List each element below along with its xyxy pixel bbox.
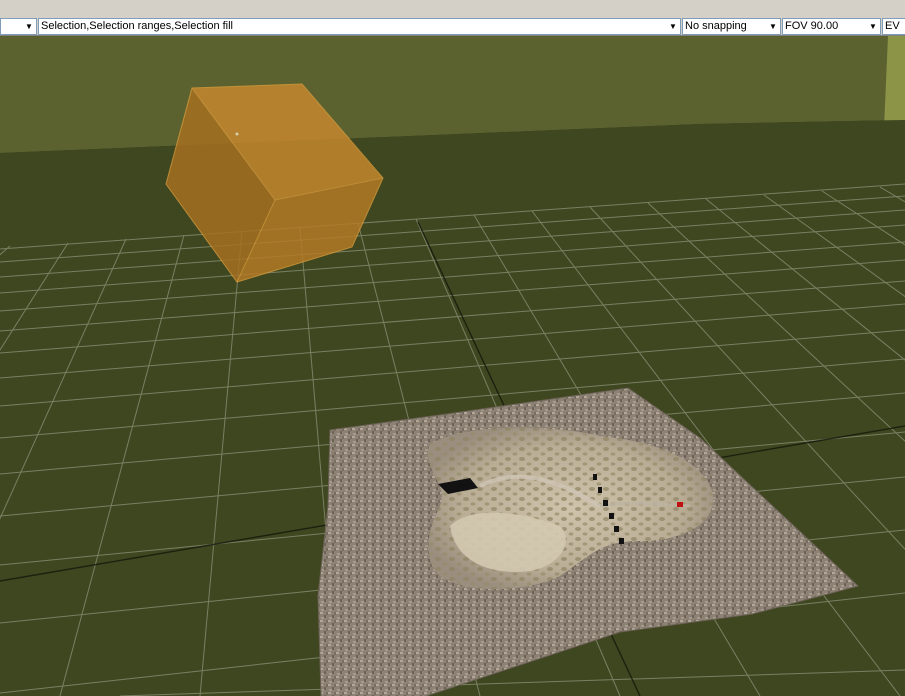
viewport-canvas[interactable] [0, 36, 905, 696]
fov-dropdown[interactable]: FOV 90.00 ▼ [782, 18, 881, 35]
red-marker[interactable] [677, 502, 683, 507]
chevron-down-icon[interactable]: ▼ [866, 19, 880, 34]
marker-post[interactable] [603, 500, 608, 506]
marker-post[interactable] [619, 538, 624, 544]
selection-mode-value: Selection,Selection ranges,Selection fil… [41, 20, 234, 32]
snapping-dropdown[interactable]: No snapping ▼ [682, 18, 781, 35]
fov-value: FOV 90.00 [785, 20, 839, 32]
marker-post[interactable] [593, 474, 597, 480]
chevron-down-icon[interactable]: ▼ [766, 19, 780, 34]
chevron-down-icon[interactable]: ▼ [22, 19, 36, 34]
marker-post[interactable] [614, 526, 619, 532]
snapping-value: No snapping [685, 20, 747, 32]
editor-window: ▼ Selection,Selection ranges,Selection f… [0, 0, 905, 696]
3d-viewport[interactable] [0, 36, 905, 696]
chevron-down-icon[interactable]: ▼ [666, 19, 680, 34]
marker-post[interactable] [598, 487, 602, 493]
window-top-strip [0, 0, 905, 18]
ev-value: EV [885, 20, 900, 32]
view-mode-dropdown[interactable]: ▼ [0, 18, 37, 35]
ev-dropdown[interactable]: EV [882, 18, 905, 35]
selection-mode-dropdown[interactable]: Selection,Selection ranges,Selection fil… [38, 18, 681, 35]
viewport-toolbar: ▼ Selection,Selection ranges,Selection f… [0, 17, 905, 36]
cube-pivot-point[interactable] [235, 132, 239, 136]
marker-post[interactable] [609, 513, 614, 519]
